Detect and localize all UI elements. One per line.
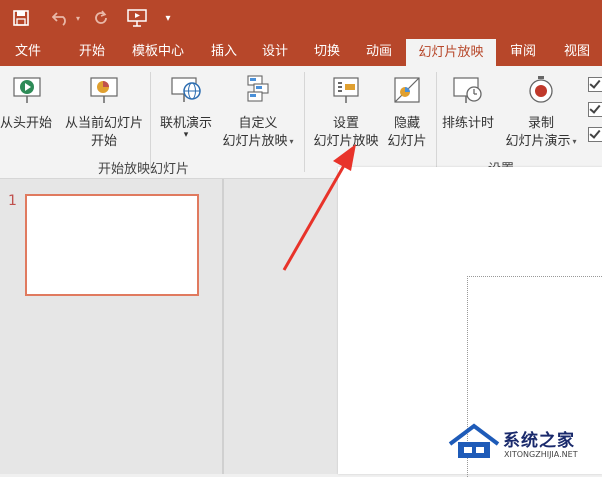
record-slideshow-button[interactable]: 录制 幻灯片演示 ▾ [498, 66, 584, 156]
rehearse-timings-button[interactable]: 排练计时 [436, 66, 500, 156]
tab-insert[interactable]: 插入 [200, 36, 248, 66]
hide-slide-label-1: 隐藏 [393, 116, 420, 131]
tab-template-center[interactable]: 模板中心 [126, 36, 190, 66]
slide-thumbnail[interactable] [25, 194, 199, 296]
from-current-label-2: 开始 [90, 134, 117, 149]
stopwatch-icon [453, 77, 482, 103]
redo-button[interactable] [90, 0, 112, 36]
setup-slideshow-label-1: 设置 [332, 116, 359, 131]
ribbon-checkbox-2[interactable] [588, 102, 602, 117]
present-online-icon [171, 77, 201, 102]
record-icon [529, 76, 553, 103]
ribbon: 从头开始 从当前幻灯片 开始 联机演示 ▾ 自定义 幻灯片放映 ▾ 开始放映幻灯… [0, 66, 602, 179]
chevron-down-icon: ▾ [572, 137, 577, 146]
record-label-1: 录制 [527, 116, 554, 131]
slide-number: 1 [8, 193, 17, 209]
present-online-caret: ▾ [183, 130, 189, 140]
ribbon-separator [150, 72, 151, 172]
tab-design[interactable]: 设计 [252, 36, 298, 66]
hide-slide-icon [394, 77, 420, 103]
save-button[interactable] [8, 0, 34, 36]
rehearse-label: 排练计时 [441, 116, 494, 131]
play-from-start-icon [13, 77, 41, 103]
save-icon [13, 10, 29, 26]
setup-slideshow-button[interactable]: 设置 幻灯片放映 [308, 66, 384, 156]
tab-review[interactable]: 审阅 [500, 36, 546, 66]
custom-show-label-2: 幻灯片放映 ▾ [222, 134, 294, 149]
ribbon-tabs: 文件 开始 模板中心 插入 设计 切换 动画 幻灯片放映 审阅 视图 [0, 36, 602, 66]
from-beginning-button[interactable]: 从头开始 [0, 66, 62, 156]
present-online-button[interactable]: 联机演示 ▾ [152, 66, 220, 156]
present-button[interactable] [124, 0, 150, 36]
tab-slideshow[interactable]: 幻灯片放映 [406, 39, 496, 66]
ribbon-checkbox-1[interactable] [588, 77, 602, 92]
play-from-current-icon [90, 77, 118, 103]
from-current-label-1: 从当前幻灯片 [64, 116, 143, 131]
from-current-button[interactable]: 从当前幻灯片 开始 [58, 66, 150, 156]
watermark: 系统之家 XITONGZHIJIA.NET [446, 418, 596, 468]
tab-transitions[interactable]: 切换 [304, 36, 350, 66]
setup-slideshow-icon [333, 77, 359, 103]
setup-slideshow-label-2: 幻灯片放映 [313, 134, 379, 149]
undo-icon [52, 12, 66, 26]
undo-button[interactable] [50, 0, 72, 36]
customize-qat-button[interactable]: ▾ [160, 0, 176, 36]
customize-qat-icon: ▾ [165, 12, 171, 24]
record-label-2: 幻灯片演示 ▾ [505, 134, 577, 149]
house-logo-icon [448, 423, 500, 458]
tab-file[interactable]: 文件 [0, 36, 56, 66]
redo-icon [95, 10, 107, 24]
chevron-down-icon: ▾ [289, 137, 294, 146]
custom-show-icon [247, 75, 269, 102]
ribbon-separator [304, 72, 305, 172]
ribbon-checkbox-3[interactable] [588, 127, 602, 142]
present-online-label: 联机演示 [159, 116, 212, 131]
tab-view[interactable]: 视图 [554, 36, 600, 66]
tab-animations[interactable]: 动画 [356, 36, 402, 66]
watermark-subtitle: XITONGZHIJIA.NET [504, 450, 578, 459]
present-from-beginning-icon [127, 9, 147, 27]
from-beginning-label: 从头开始 [0, 116, 52, 131]
undo-dropdown[interactable]: ▾ [72, 0, 84, 36]
start-group-label: 开始放映幻灯片 [98, 162, 190, 177]
custom-show-label-1: 自定义 [238, 116, 278, 131]
hide-slide-button[interactable]: 隐藏 幻灯片 [380, 66, 434, 156]
custom-slideshow-button[interactable]: 自定义 幻灯片放映 ▾ [214, 66, 302, 156]
tab-home[interactable]: 开始 [64, 36, 120, 66]
watermark-title: 系统之家 [503, 431, 575, 451]
hide-slide-label-2: 幻灯片 [387, 134, 427, 149]
